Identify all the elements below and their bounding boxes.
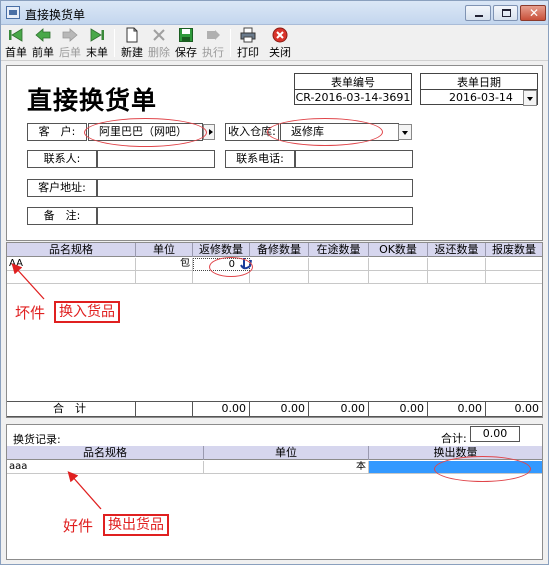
annotation-bad-prefix: 坏件 bbox=[15, 304, 46, 322]
exchange-window: 直接换货单 ✕ 首单 前单 后单 末单 新建 删除 保存 执行 打印 关闭 直接… bbox=[0, 0, 549, 565]
annotation-bad-label: 换入货品 bbox=[54, 301, 120, 323]
annotation-arrows bbox=[11, 263, 102, 510]
annotation-good-prefix: 好件 bbox=[63, 517, 94, 535]
annotation-good-label: 换出货品 bbox=[103, 514, 169, 536]
